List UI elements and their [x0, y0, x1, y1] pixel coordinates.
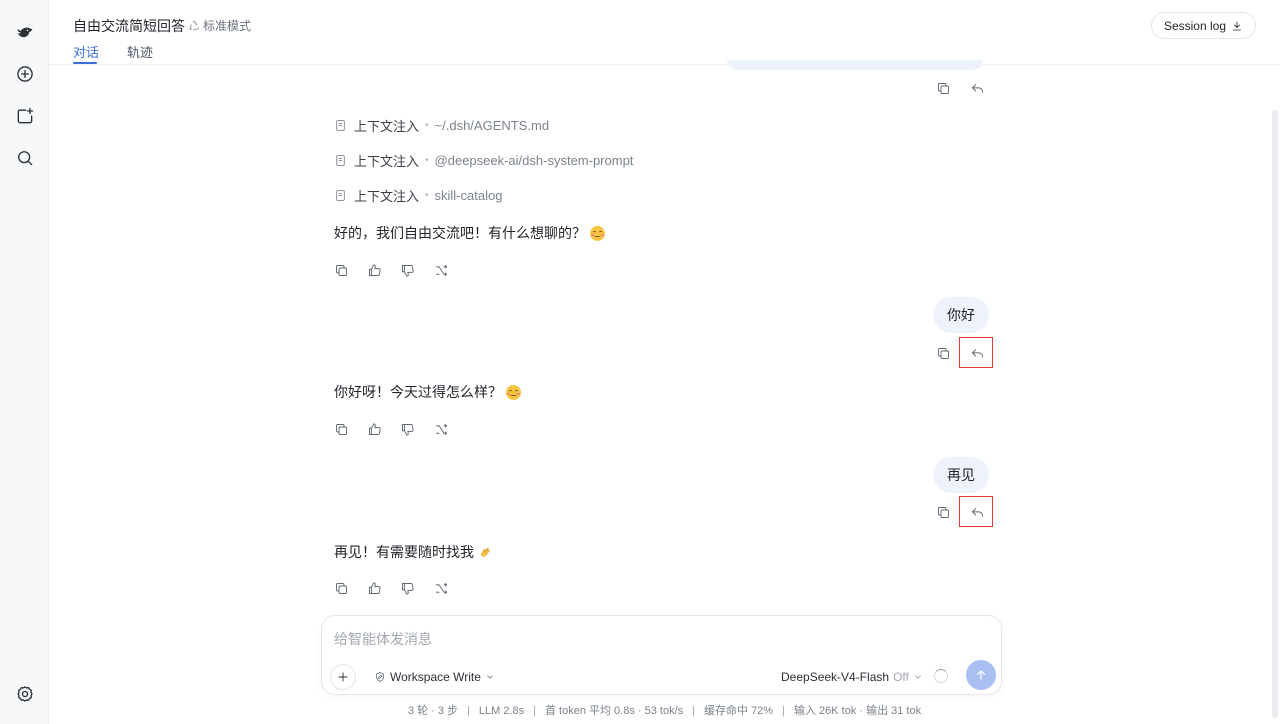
smiling-face-icon: [506, 384, 521, 400]
composer: Workspace Write DeepSeek-V4-Flash Off: [321, 615, 1002, 695]
assistant-message: 你好呀！今天过得怎么样？: [334, 382, 521, 402]
session-log-button[interactable]: Session log: [1150, 12, 1256, 39]
separator-dot: •: [425, 154, 429, 166]
tab-conversation[interactable]: 对话: [73, 42, 99, 61]
loading-spinner-icon: [934, 669, 948, 683]
add-folder-icon[interactable]: [12, 103, 38, 129]
highlight-box: [959, 337, 993, 368]
add-attachment-button[interactable]: [330, 664, 356, 690]
thumbs-down-icon[interactable]: [399, 421, 415, 437]
chevron-down-icon: [915, 675, 921, 679]
footer-cache-hit: 缓存命中 72%: [704, 705, 774, 717]
assistant-message: 再见！有需要随时找我: [334, 542, 493, 562]
page-title: 自由交流简短回答: [73, 18, 185, 34]
separator-dot: •: [425, 119, 429, 131]
context-value: @deepseek-ai/dsh-system-prompt: [434, 152, 634, 168]
footer-rounds: 3 轮 · 3 步: [407, 705, 459, 717]
message-text: 再见: [947, 467, 975, 483]
chevron-down-icon: [487, 675, 493, 679]
document-icon: [336, 189, 345, 201]
model-toggle-state: Off: [893, 670, 909, 684]
document-icon: [336, 154, 345, 166]
mode-badge: 标准模式: [188, 17, 251, 34]
copy-icon[interactable]: [935, 345, 951, 361]
scrollbar[interactable]: [1272, 110, 1280, 722]
message-text: 再见！有需要随时找我: [334, 544, 474, 560]
context-injection-row: 上下文注入 • ~/.dsh/AGENTS.md: [334, 116, 549, 134]
model-label: DeepSeek-V4-Flash: [781, 670, 890, 684]
session-log-label: Session log: [1163, 18, 1226, 33]
footer-token-usage: 输入 26K tok · 输出 31 tok: [793, 705, 922, 717]
context-label: 上下文注入: [354, 153, 420, 169]
active-tab-indicator: [73, 62, 97, 64]
context-injection-row: 上下文注入 • @deepseek-ai/dsh-system-prompt: [334, 151, 633, 169]
model-select[interactable]: DeepSeek-V4-Flash Off: [781, 668, 923, 686]
footer-llm-time: LLM 2.8s: [478, 705, 525, 717]
footer-token-speed: 首 token 平均 0.8s · 53 tok/s: [544, 705, 684, 717]
header: 自由交流简短回答 标准模式 对话 轨迹 Session log: [49, 0, 1280, 65]
left-rail: [0, 0, 49, 724]
copy-icon[interactable]: [333, 421, 349, 437]
new-chat-icon[interactable]: [12, 61, 38, 87]
document-icon: [336, 119, 345, 131]
message-text: 你好呀！今天过得怎么样？: [334, 384, 502, 400]
workspace-label: Workspace Write: [390, 670, 481, 684]
arrow-up-icon: [976, 670, 986, 680]
thumbs-down-icon[interactable]: [399, 262, 415, 278]
whale-logo-icon[interactable]: [12, 19, 38, 45]
search-icon[interactable]: [12, 145, 38, 171]
plus-icon: [338, 672, 348, 682]
user-message-bubble: 再见: [933, 457, 989, 493]
branch-icon[interactable]: [433, 262, 449, 278]
mode-label: 标准模式: [203, 19, 252, 33]
copy-icon[interactable]: [333, 262, 349, 278]
context-injection-row: 上下文注入 • skill-catalog: [334, 186, 502, 204]
context-value: ~/.dsh/AGENTS.md: [434, 117, 550, 133]
context-value: skill-catalog: [434, 187, 503, 203]
branch-icon[interactable]: [433, 421, 449, 437]
recycle-icon: [189, 19, 200, 30]
tab-trace[interactable]: 轨迹: [127, 42, 153, 61]
context-label: 上下文注入: [354, 118, 420, 134]
context-label: 上下文注入: [354, 188, 420, 204]
branch-icon[interactable]: [433, 580, 449, 596]
copy-icon[interactable]: [935, 504, 951, 520]
user-message-bubble: 你好: [933, 297, 989, 333]
waving-hand-icon: [478, 545, 493, 560]
smiling-face-icon: [590, 225, 605, 241]
workspace-select[interactable]: Workspace Write: [374, 668, 495, 686]
reply-icon[interactable]: [969, 80, 985, 96]
thumbs-down-icon[interactable]: [399, 580, 415, 596]
message-input[interactable]: [334, 628, 974, 650]
thumbs-up-icon[interactable]: [366, 262, 382, 278]
scroll-thumb[interactable]: [1272, 110, 1278, 718]
thumbs-up-icon[interactable]: [366, 580, 382, 596]
copy-icon[interactable]: [935, 80, 951, 96]
shield-edit-icon: [376, 672, 384, 682]
thumbs-up-icon[interactable]: [366, 421, 382, 437]
send-button[interactable]: [966, 660, 996, 690]
separator-dot: •: [425, 189, 429, 201]
status-footer: 3 轮 · 3 步 | LLM 2.8s | 首 token 平均 0.8s · 53 …: [407, 705, 922, 717]
clipped-user-bubble: [727, 60, 983, 70]
message-text: 好的，我们自由交流吧！有什么想聊的？: [334, 225, 586, 241]
assistant-message: 好的，我们自由交流吧！有什么想聊的？: [334, 223, 605, 243]
download-icon: [1233, 21, 1241, 30]
highlight-box: [959, 496, 993, 527]
message-text: 你好: [947, 307, 975, 323]
copy-icon[interactable]: [333, 580, 349, 596]
